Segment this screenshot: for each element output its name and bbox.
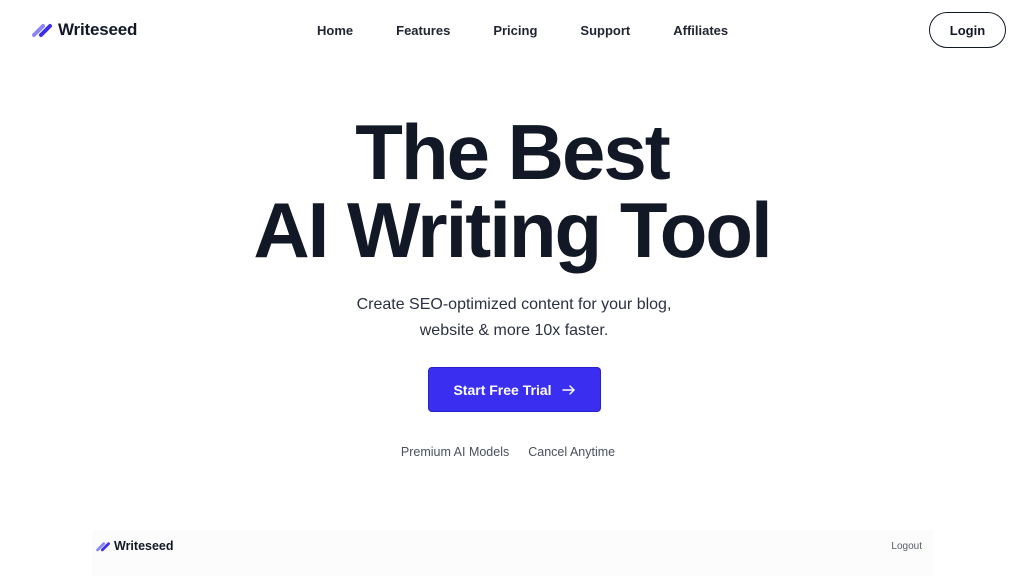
nav-pricing[interactable]: Pricing (493, 23, 537, 38)
feature-item: Premium AI Models (400, 445, 510, 459)
hero-feature-list: Premium AI Models Cancel Anytime (0, 445, 1016, 459)
hero-title: The Best AI Writing Tool (0, 113, 1024, 269)
brand-name: Writeseed (58, 20, 138, 39)
main-nav: Home Features Pricing Support Affiliates (317, 23, 728, 38)
hero-subtitle: Create SEO-optimized content for your bl… (0, 292, 1024, 344)
writeseed-logo-icon (96, 541, 110, 551)
nav-affiliates[interactable]: Affiliates (673, 23, 728, 38)
preview-brand-name: Writeseed (114, 539, 174, 553)
app-preview-header: Writeseed Logout (92, 530, 934, 576)
hero-title-line-1: The Best (355, 108, 670, 196)
nav-features[interactable]: Features (396, 23, 450, 38)
start-free-trial-button[interactable]: Start Free Trial (428, 367, 601, 412)
hero-title-line-2: AI Writing Tool (253, 186, 772, 274)
landing-page: Writeseed Home Features Pricing Support … (0, 0, 1024, 576)
writeseed-logo-icon (32, 24, 52, 37)
feature-item: Cancel Anytime (528, 445, 616, 459)
nav-support[interactable]: Support (580, 23, 630, 38)
brand-logo[interactable]: Writeseed (32, 20, 137, 40)
hero-subtitle-line-1: Create SEO-optimized content for your bl… (356, 296, 672, 313)
cta-label: Start Free Trial (453, 381, 552, 398)
hero-subtitle-line-2: website & more 10x faster. (419, 322, 609, 339)
preview-brand-logo: Writeseed (96, 539, 174, 553)
nav-home[interactable]: Home (317, 23, 353, 38)
login-button[interactable]: Login (929, 12, 1006, 48)
preview-logout-link: Logout (891, 541, 922, 552)
arrow-right-icon (561, 384, 575, 395)
